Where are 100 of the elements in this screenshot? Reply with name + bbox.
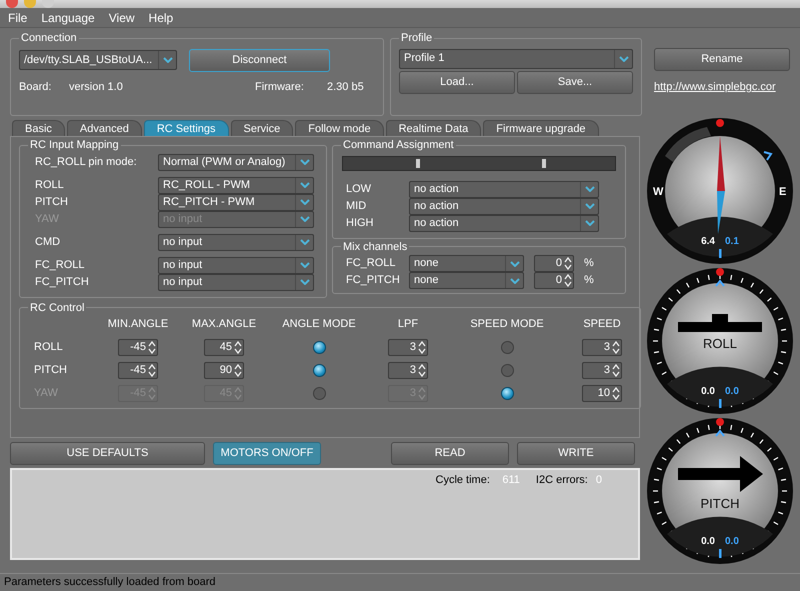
radio-button[interactable]: [312, 340, 326, 354]
dropdown[interactable]: RC_ROLL - PWM: [158, 176, 314, 194]
tab[interactable]: Follow mode: [295, 120, 384, 136]
gauge-value: 0.0: [701, 386, 715, 397]
chevron-down-icon: [584, 220, 594, 226]
dropdown[interactable]: none: [409, 255, 524, 272]
chevron-down-icon: [618, 56, 628, 62]
spin-arrows-icon: [234, 364, 242, 376]
number-spinner[interactable]: 3: [582, 362, 622, 378]
field-label: HIGH: [346, 216, 374, 230]
tab[interactable]: Firmware upgrade: [483, 120, 599, 136]
tab[interactable]: RC Settings: [144, 120, 229, 136]
action-button[interactable]: WRITE: [517, 442, 635, 465]
chevron-down-icon: [584, 186, 594, 192]
close-button[interactable]: [6, 0, 18, 8]
action-button[interactable]: READ: [391, 442, 509, 465]
column-header: MIN.ANGLE: [108, 317, 168, 332]
spin-arrows-icon: [612, 340, 620, 354]
spin-arrows-icon: [148, 364, 156, 376]
number-spinner[interactable]: -45: [118, 362, 158, 378]
menu-item[interactable]: File: [8, 8, 28, 26]
chevron-down-icon: [300, 262, 310, 268]
dropdown[interactable]: RC_PITCH - PWM: [158, 194, 314, 210]
chevron-down-icon: [300, 182, 310, 188]
tab[interactable]: Service: [230, 120, 294, 136]
radio-button[interactable]: [500, 364, 514, 376]
field-label: PITCH: [35, 194, 69, 210]
radio-button[interactable]: [312, 364, 326, 376]
dropdown[interactable]: no action: [409, 198, 599, 214]
dropdown[interactable]: no input: [158, 234, 314, 250]
chevron-down-icon: [300, 159, 310, 165]
chevron-down-icon: [300, 216, 310, 222]
panel-title: RC Control: [29, 300, 86, 316]
number-spinner[interactable]: 3: [582, 338, 622, 356]
slider-thumb[interactable]: [542, 158, 546, 168]
dropdown[interactable]: Normal (PWM or Analog): [158, 154, 314, 170]
panel-title: Connection: [20, 31, 78, 46]
chevron-down-icon: [584, 203, 594, 209]
status-bar: Parameters successfully loaded from board: [0, 573, 800, 591]
number-spinner[interactable]: 3: [388, 338, 428, 356]
command-range-slider[interactable]: [342, 156, 616, 170]
spin-arrows-icon: [234, 340, 242, 354]
radio-button[interactable]: [500, 340, 514, 354]
spin-arrows-icon: [418, 340, 426, 354]
chevron-down-icon: [510, 278, 520, 284]
tab[interactable]: Advanced: [66, 120, 142, 136]
row-label: ROLL: [34, 340, 64, 355]
spin-arrows-icon: [418, 386, 426, 400]
panel-title: Command Assignment: [342, 138, 455, 153]
spin-arrows-icon: [148, 386, 156, 400]
chevron-down-icon: [300, 279, 310, 285]
cycle-time-label: Cycle time:: [436, 473, 490, 488]
panel-title: RC Input Mapping: [29, 138, 120, 153]
number-spinner[interactable]: -45: [118, 338, 158, 356]
dropdown[interactable]: none: [409, 272, 524, 289]
panel-title: Mix channels: [342, 240, 408, 254]
load-button[interactable]: Load...: [399, 70, 515, 94]
spin-arrows-icon: [234, 386, 242, 400]
menu-item[interactable]: Language: [41, 8, 95, 26]
dropdown[interactable]: no action: [409, 180, 599, 198]
spin-arrows-icon: [418, 364, 426, 376]
tab[interactable]: Basic: [12, 120, 65, 136]
spin-arrows-icon: [612, 364, 620, 376]
field-label: LOW: [346, 182, 372, 196]
gauge-label: ROLL: [703, 336, 737, 351]
dropdown[interactable]: no action: [409, 214, 599, 232]
gauge-target: 0.1: [725, 236, 739, 247]
column-header: LPF: [398, 317, 418, 332]
spin-arrows-icon: [564, 257, 572, 270]
field-label: FC_PITCH: [346, 273, 401, 288]
menu-item[interactable]: Help: [148, 8, 174, 26]
field-label: FC_ROLL: [346, 256, 397, 272]
action-button[interactable]: USE DEFAULTS: [10, 442, 205, 465]
unit-label: %: [584, 273, 594, 288]
dropdown[interactable]: /dev/tty.SLAB_USBtoUA...: [19, 50, 177, 70]
level-bar-icon: [678, 314, 762, 332]
slider-thumb[interactable]: [416, 158, 420, 168]
number-spinner[interactable]: 3: [388, 362, 428, 378]
number-spinner[interactable]: 45: [204, 338, 244, 356]
dropdown[interactable]: no input: [158, 256, 314, 274]
gauge-value: 0.0: [701, 536, 715, 547]
field-label: FC_ROLL: [35, 258, 86, 272]
save-button[interactable]: Save...: [517, 70, 633, 94]
rename-button[interactable]: Rename: [654, 48, 790, 71]
dropdown[interactable]: no input: [158, 274, 314, 290]
west-label: W: [653, 186, 664, 198]
number-spinner[interactable]: 0: [534, 255, 574, 272]
board-label: Board:: [19, 80, 52, 94]
menu-item[interactable]: View: [108, 8, 135, 26]
disconnect-button[interactable]: Disconnect: [189, 48, 330, 72]
number-spinner[interactable]: 0: [534, 272, 574, 289]
row-label: PITCH: [34, 362, 68, 378]
dropdown[interactable]: Profile 1: [399, 48, 633, 68]
number-spinner[interactable]: 90: [204, 362, 244, 378]
firmware-value: 2.30 b5: [327, 80, 364, 94]
tab[interactable]: Realtime Data: [386, 120, 482, 136]
action-button[interactable]: MOTORS ON/OFF: [213, 442, 321, 465]
chevron-down-icon: [300, 239, 310, 245]
website-link[interactable]: http://www.simplebgc.cor: [654, 79, 790, 96]
field-label: CMD: [35, 234, 62, 250]
